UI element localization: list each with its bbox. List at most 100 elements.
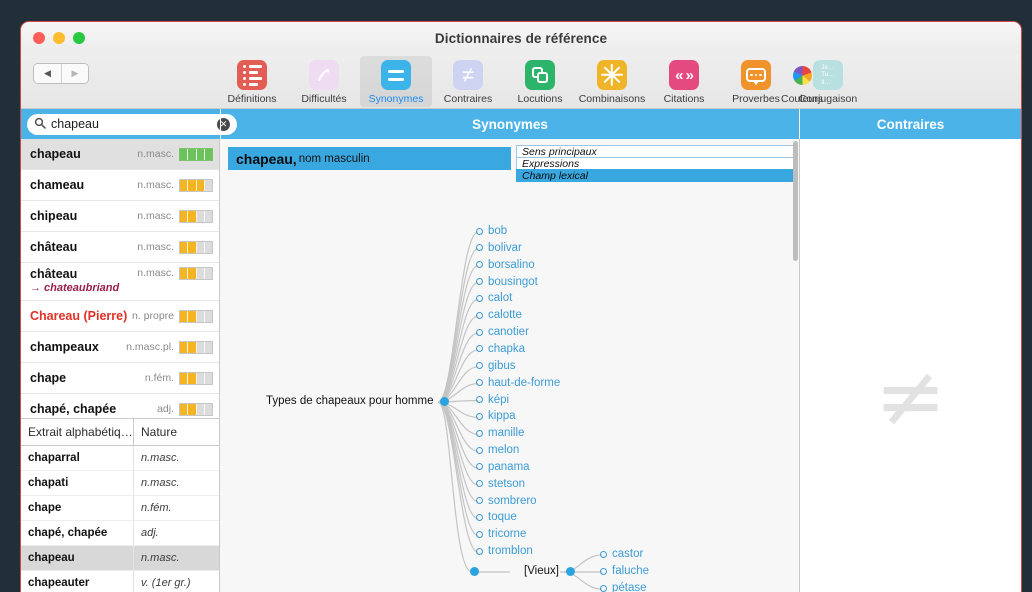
tree-vieux-left-dot[interactable]	[470, 566, 479, 576]
word-list-item-nature: adj.	[157, 403, 174, 415]
word-list-item[interactable]: chapeau n.masc.	[21, 139, 219, 170]
word-list-item[interactable]: chameau n.masc.	[21, 170, 219, 201]
word-list-item-term: chape	[30, 371, 67, 385]
quotes-icon: « »	[669, 60, 699, 90]
tree-node-synonym[interactable]: haut-de-forme	[476, 377, 560, 389]
toolbar-item-couleurs[interactable]: Couleurs	[766, 56, 838, 107]
tree-node-marker	[476, 227, 483, 235]
tree-node-synonym[interactable]: tricorne	[476, 528, 526, 540]
word-list-item[interactable]: château → chateaubriand n.masc.	[21, 263, 219, 301]
tree-node-synonym[interactable]: manille	[476, 427, 524, 439]
table-row[interactable]: chapati n.masc.	[21, 471, 219, 496]
tree-node-label: stetson	[488, 477, 526, 490]
toolbar-item-label: Définitions	[227, 93, 277, 105]
table-cell-nature: adj.	[141, 527, 159, 539]
left-column: chapeau n.masc. chameau n.masc. chipeau n.mas…	[21, 139, 220, 592]
tree-node-synonym-vieux[interactable]: castor	[600, 548, 643, 560]
panel-header-strip: ✕ Synonymes Contraires	[21, 109, 1021, 139]
tree-node-vieux[interactable]: [Vieux]	[470, 565, 575, 577]
word-list-item[interactable]: chapé, chapée adj.	[21, 394, 219, 418]
forward-button[interactable]: ▶	[61, 64, 88, 83]
search-area: ✕	[21, 109, 237, 139]
word-list-item-level-indicator	[179, 371, 213, 385]
word-list-item-term: champeaux	[30, 340, 99, 354]
tree-node-label: bousingot	[488, 275, 538, 288]
tree-node-synonym[interactable]: sombrero	[476, 495, 537, 507]
tree-node-synonym[interactable]: toque	[476, 511, 517, 523]
toolbar-item-difficultes[interactable]: Difficultés	[288, 56, 360, 107]
word-list-item[interactable]: Chareau (Pierre) n. propre	[21, 301, 219, 332]
tree-node-label: borsalino	[488, 258, 535, 271]
not-equal-watermark-icon: ≠	[874, 347, 947, 447]
word-list-item[interactable]: champeaux n.masc.pl.	[21, 332, 219, 363]
tree-node-label: chapka	[488, 342, 526, 355]
toolbar-item-label: Locutions	[517, 93, 563, 105]
toolbar-item-locutions[interactable]: Locutions	[504, 56, 576, 107]
tree-node-synonym[interactable]: kippa	[476, 410, 516, 422]
word-list-item-level-indicator	[179, 240, 213, 254]
table-header-term[interactable]: Extrait alphabétiq…	[21, 419, 134, 445]
table-header-nature[interactable]: Nature	[134, 419, 219, 445]
table-body[interactable]: chaparral n.masc. chapati n.masc. chape n.fém…	[21, 446, 219, 592]
table-cell-term: chapeauter	[21, 571, 134, 592]
tree-node-synonym[interactable]: bolivar	[476, 242, 522, 254]
tree-node-synonym[interactable]: bob	[476, 225, 507, 237]
word-list[interactable]: chapeau n.masc. chameau n.masc. chipeau n.mas…	[21, 139, 219, 418]
search-box[interactable]: ✕	[27, 113, 237, 135]
toolbar-item-contraires[interactable]: ≠ Contraires	[432, 56, 504, 107]
toolbar: ◀ ▶ Définitions Difficultés Synonymes ≠ …	[21, 54, 1021, 109]
synonymes-scrollbar[interactable]	[792, 139, 799, 592]
table-row[interactable]: chapeauter v. (1er gr.)	[21, 571, 219, 592]
tree-node-synonym[interactable]: panama	[476, 461, 530, 473]
table-cell-term: chapé, chapée	[21, 521, 134, 545]
tree-node-synonym[interactable]: melon	[476, 444, 519, 456]
tree-node-marker	[600, 584, 607, 592]
table-row[interactable]: chape n.fém.	[21, 496, 219, 521]
equals-icon	[381, 60, 411, 90]
tree-node-synonym[interactable]: calot	[476, 292, 512, 304]
word-list-item[interactable]: château n.masc.	[21, 232, 219, 263]
word-list-item[interactable]: chape n.fém.	[21, 363, 219, 394]
tree-node-synonym[interactable]: stetson	[476, 478, 525, 490]
toolbar-item-label: Difficultés	[301, 93, 347, 105]
tree-node-label: haut-de-forme	[488, 376, 561, 389]
app-body: chapeau n.masc. chameau n.masc. chipeau n.mas…	[21, 139, 1021, 592]
tree-root-node-dot[interactable]	[439, 396, 449, 406]
tree-node-synonym[interactable]: tromblon	[476, 545, 533, 557]
tree-node-label: faluche	[612, 565, 650, 577]
tree-node-marker	[476, 311, 483, 319]
toolbar-item-synonymes[interactable]: Synonymes	[360, 56, 432, 107]
tree-node-synonym[interactable]: calotte	[476, 309, 522, 321]
toolbar-item-citations[interactable]: « » Citations	[648, 56, 720, 107]
word-list-item-level-indicator	[179, 309, 213, 323]
alphabetical-extract-table: Extrait alphabétiq… Nature chaparral n.ma…	[21, 418, 219, 592]
word-list-item-crossref[interactable]: → chateaubriand	[30, 282, 132, 294]
toolbar-item-definitions[interactable]: Définitions	[216, 56, 288, 107]
tree-node-marker	[476, 463, 483, 471]
tree-node-synonym[interactable]: gibus	[476, 360, 516, 372]
tree-node-synonym[interactable]: bousingot	[476, 276, 538, 288]
search-icon	[34, 117, 46, 132]
table-row[interactable]: chapé, chapée adj.	[21, 521, 219, 546]
tree-node-label: képi	[488, 393, 510, 406]
toolbar-item-combinaisons[interactable]: Combinaisons	[576, 56, 648, 107]
table-row[interactable]: chapeau n.masc.	[21, 546, 219, 571]
search-input[interactable]	[51, 117, 212, 131]
tree-node-marker	[476, 497, 483, 505]
navigation-buttons: ◀ ▶	[33, 63, 89, 84]
tree-node-marker	[476, 547, 483, 555]
tree-node-synonym[interactable]: képi	[476, 394, 509, 406]
table-row[interactable]: chaparral n.masc.	[21, 446, 219, 471]
word-list-item-nature: n.masc.	[137, 267, 174, 279]
tree-node-synonym-vieux[interactable]: pétase	[600, 582, 647, 592]
back-button[interactable]: ◀	[34, 64, 61, 83]
word-list-item[interactable]: chipeau n.masc.	[21, 201, 219, 232]
tree-node-marker	[476, 446, 483, 454]
tree-vieux-right-dot[interactable]	[565, 566, 575, 576]
tree-node-marker	[476, 261, 483, 269]
tree-node-synonym[interactable]: canotier	[476, 326, 529, 338]
tree-node-synonym[interactable]: chapka	[476, 343, 525, 355]
tree-node-synonym-vieux[interactable]: faluche	[600, 565, 649, 577]
tree-node-synonym[interactable]: borsalino	[476, 259, 535, 271]
tree-node-label: toque	[488, 511, 517, 524]
